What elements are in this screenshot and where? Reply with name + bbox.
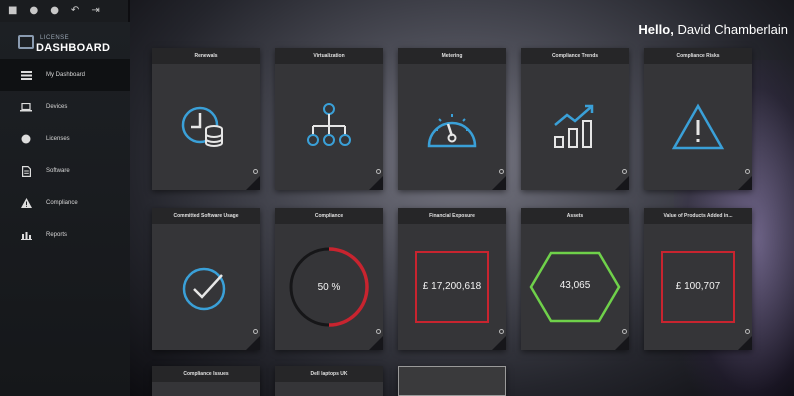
sidebar-item-compliance[interactable]: Compliance bbox=[0, 187, 130, 219]
financial-exposure-box-wrap: £ 17,200,618 bbox=[398, 224, 506, 350]
window-control-2[interactable]: ● bbox=[29, 6, 38, 16]
tile-compliance-issues[interactable]: Compliance Issues bbox=[152, 366, 260, 396]
value-of-products-box: £ 100,707 bbox=[661, 251, 735, 323]
gear-icon bbox=[745, 329, 750, 334]
sidebar-item-reports[interactable]: Reports bbox=[0, 219, 130, 251]
tile-resize-handle[interactable] bbox=[492, 169, 506, 190]
sidebar-item-label: Software bbox=[46, 168, 70, 174]
user-name: David Chamberlain bbox=[677, 22, 788, 37]
tile-dell-laptops-uk[interactable]: Dell laptops UK bbox=[275, 366, 383, 396]
tile-resize-handle[interactable] bbox=[246, 329, 260, 350]
gear-icon bbox=[253, 169, 258, 174]
tile-resize-handle[interactable] bbox=[615, 329, 629, 350]
financial-exposure-box: £ 17,200,618 bbox=[415, 251, 489, 323]
tile-virtualization[interactable]: Virtualization bbox=[275, 48, 383, 190]
tile-compliance[interactable]: Compliance 50 % bbox=[275, 208, 383, 350]
tile-title: Compliance Risks bbox=[644, 48, 752, 64]
sidebar-nav: My Dashboard Devices Licenses Software C… bbox=[0, 59, 130, 251]
greeting-hello: Hello, bbox=[638, 22, 674, 37]
trend-chart-icon bbox=[521, 64, 629, 190]
sidebar-item-label: My Dashboard bbox=[46, 72, 86, 78]
back-icon[interactable]: ↶ bbox=[71, 6, 79, 16]
tile-renewals[interactable]: Renewals bbox=[152, 48, 260, 190]
document-icon bbox=[18, 163, 34, 179]
logo-mark-icon bbox=[18, 35, 34, 49]
assets-value: 43,065 bbox=[559, 280, 591, 291]
sidebar: LICENSE DASHBOARD My Dashboard Devices L… bbox=[0, 22, 130, 396]
gear-icon bbox=[745, 169, 750, 174]
circle-icon bbox=[18, 131, 34, 147]
tile-resize-handle[interactable] bbox=[615, 169, 629, 190]
sidebar-item-label: Compliance bbox=[46, 200, 78, 206]
warning-icon bbox=[18, 195, 34, 211]
sidebar-item-my-dashboard[interactable]: My Dashboard bbox=[0, 59, 130, 91]
laptop-icon bbox=[18, 99, 34, 115]
tile-resize-handle[interactable] bbox=[492, 329, 506, 350]
tile-compliance-trends[interactable]: Compliance Trends bbox=[521, 48, 629, 190]
tile-title: Virtualization bbox=[275, 48, 383, 64]
tile-title: Committed Software Usage bbox=[152, 208, 260, 224]
tile-resize-handle[interactable] bbox=[369, 329, 383, 350]
compliance-percent: 50 % bbox=[317, 282, 341, 293]
sidebar-item-label: Reports bbox=[46, 232, 68, 238]
forward-icon[interactable]: ⇥ bbox=[91, 6, 99, 16]
gear-icon bbox=[499, 329, 504, 334]
tile-title: Dell laptops UK bbox=[275, 366, 383, 382]
tile-resize-handle[interactable] bbox=[738, 169, 752, 190]
sidebar-item-software[interactable]: Software bbox=[0, 155, 130, 187]
user-greeting: Hello, David Chamberlain bbox=[638, 22, 788, 37]
app-logo[interactable]: LICENSE DASHBOARD bbox=[12, 32, 122, 58]
logo-title: DASHBOARD bbox=[36, 42, 111, 54]
tile-assets[interactable]: Assets 43,065 bbox=[521, 208, 629, 350]
sidebar-item-devices[interactable]: Devices bbox=[0, 91, 130, 123]
tile-resize-handle[interactable] bbox=[369, 169, 383, 190]
tile-title: Compliance Issues bbox=[152, 366, 260, 382]
financial-exposure-value: £ 17,200,618 bbox=[422, 281, 482, 292]
tile-title: Financial Exposure bbox=[398, 208, 506, 224]
sidebar-item-licenses[interactable]: Licenses bbox=[0, 123, 130, 155]
logo-small-text: LICENSE bbox=[40, 35, 70, 41]
checkmark-circle-icon bbox=[152, 224, 260, 350]
window-control-3[interactable]: ● bbox=[50, 6, 59, 16]
gear-icon bbox=[622, 329, 627, 334]
gauge-icon bbox=[398, 64, 506, 190]
warning-triangle-icon bbox=[644, 64, 752, 190]
dashboard-main: Hello, David Chamberlain Renewals Virtua… bbox=[130, 0, 794, 396]
window-control-1[interactable]: ■ bbox=[8, 6, 17, 16]
tile-title: Assets bbox=[521, 208, 629, 224]
tile-metering[interactable]: Metering bbox=[398, 48, 506, 190]
hierarchy-icon bbox=[275, 64, 383, 190]
sidebar-item-label: Devices bbox=[46, 104, 68, 110]
assets-hexagon: 43,065 bbox=[521, 224, 629, 350]
bar-chart-icon bbox=[18, 227, 34, 243]
gear-icon bbox=[376, 329, 381, 334]
gear-icon bbox=[376, 169, 381, 174]
tile-title: Value of Products Added in... bbox=[644, 208, 752, 224]
compliance-donut: 50 % bbox=[275, 224, 383, 350]
tile-resize-handle[interactable] bbox=[738, 329, 752, 350]
clock-stack-icon bbox=[152, 64, 260, 190]
tile-title: Compliance bbox=[275, 208, 383, 224]
window-controls: ■ ● ● ↶ ⇥ bbox=[0, 0, 128, 22]
tile-compliance-risks[interactable]: Compliance Risks bbox=[644, 48, 752, 190]
gear-icon bbox=[253, 329, 258, 334]
tile-empty-placeholder[interactable] bbox=[398, 366, 506, 396]
tile-title: Compliance Trends bbox=[521, 48, 629, 64]
gear-icon bbox=[499, 169, 504, 174]
tile-resize-handle[interactable] bbox=[246, 169, 260, 190]
tile-title: Renewals bbox=[152, 48, 260, 64]
sidebar-item-label: Licenses bbox=[46, 136, 70, 142]
tile-committed-software-usage[interactable]: Committed Software Usage bbox=[152, 208, 260, 350]
value-of-products-box-wrap: £ 100,707 bbox=[644, 224, 752, 350]
value-of-products-value: £ 100,707 bbox=[675, 281, 721, 292]
tile-financial-exposure[interactable]: Financial Exposure £ 17,200,618 bbox=[398, 208, 506, 350]
list-icon bbox=[18, 67, 34, 83]
tile-title: Metering bbox=[398, 48, 506, 64]
gear-icon bbox=[622, 169, 627, 174]
tile-value-of-products[interactable]: Value of Products Added in... £ 100,707 bbox=[644, 208, 752, 350]
